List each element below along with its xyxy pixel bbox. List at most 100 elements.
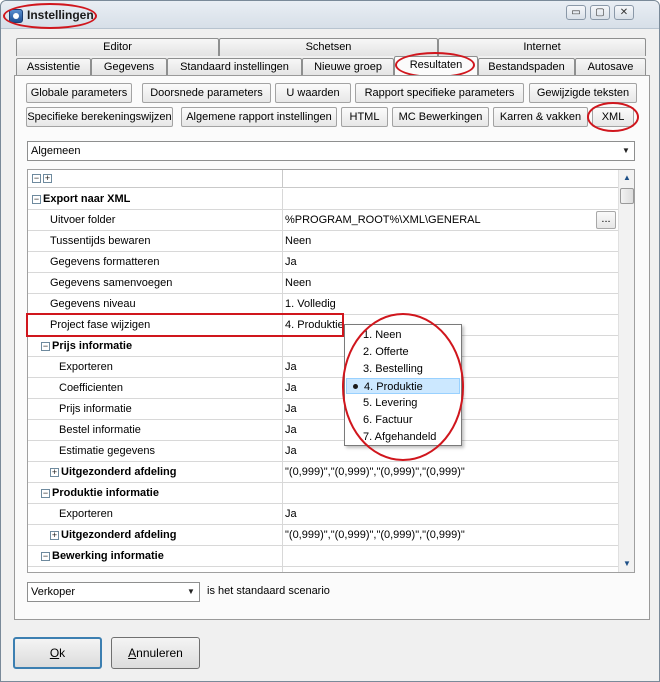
property-value[interactable]: Ja (285, 252, 297, 273)
subtab-gewijzigde-teksten[interactable]: Gewijzigde teksten (529, 83, 637, 103)
property-name: Tussentijds bewaren (50, 235, 151, 247)
scroll-thumb[interactable] (620, 188, 634, 204)
column-separator (282, 252, 283, 273)
tab-gegevens[interactable]: Gegevens (91, 58, 167, 76)
subtab-rapport-specifieke-parameters[interactable]: Rapport specifieke parameters (355, 83, 524, 103)
tab-internet[interactable]: Internet (438, 38, 646, 56)
property-value[interactable]: %PROGRAM_ROOT%\XML\GENERAL (285, 210, 481, 231)
scenario-select[interactable]: Verkoper ▼ (27, 582, 200, 602)
property-name: Gegevens samenvoegen (50, 277, 173, 289)
property-row[interactable]: Gegevens formatteren Ja (28, 252, 618, 273)
section-select-value: Algemeen (31, 145, 81, 157)
property-category-row[interactable]: + Uitgezonderd afdeling "(0,999)","(0,999)… (28, 525, 618, 546)
property-value[interactable]: Ja (285, 357, 297, 378)
property-name: Bewerking informatie (52, 550, 164, 562)
subtab-xml[interactable]: XML (592, 107, 634, 127)
dropdown-option[interactable]: 3. Bestelling (346, 361, 460, 377)
property-value[interactable]: Ja (285, 504, 297, 525)
property-row[interactable]: Gegevens niveau 1. Volledig (28, 294, 618, 315)
project-fase-dropdown[interactable]: 1. Neen 2. Offerte 3. Bestelling 4. Produkt… (344, 324, 462, 446)
property-value[interactable]: "(0,999)","(0,999)","(0,999)","(0,999)" (285, 462, 465, 483)
browse-button[interactable]: ... (596, 211, 616, 229)
subtab-html[interactable]: HTML (341, 107, 388, 127)
dropdown-option[interactable]: 7. Afgehandeld (346, 429, 460, 445)
scroll-up-icon[interactable]: ▲ (619, 170, 634, 186)
expand-all-icon[interactable]: + (43, 174, 52, 183)
subtab-specifieke-berekeningswijzen[interactable]: Specifieke berekeningswijzen (26, 107, 173, 127)
property-row[interactable]: Bestel informatie Ja (28, 420, 618, 441)
subtab-globale-parameters[interactable]: Globale parameters (26, 83, 132, 103)
property-name: Estimatie gegevens (59, 445, 155, 457)
collapse-all-icon[interactable]: − (32, 174, 41, 183)
property-category-row[interactable]: − Prijs informatie (28, 336, 618, 357)
tab-resultaten[interactable]: Resultaten (394, 56, 478, 76)
property-value[interactable]: "(0,999)","(0,999)","(0,999)","(0,999)" (285, 525, 465, 546)
tab-editor[interactable]: Editor (16, 38, 219, 56)
subtab-algemene-rapport-instellingen[interactable]: Algemene rapport instellingen (181, 107, 337, 127)
collapse-icon[interactable]: − (41, 342, 50, 351)
dropdown-option-label: 6. Factuur (363, 414, 413, 426)
tab-bestandspaden[interactable]: Bestandspaden (478, 58, 575, 76)
minimize-button[interactable]: ▭ (566, 5, 586, 20)
vertical-scrollbar[interactable]: ▲ ▼ (618, 170, 634, 572)
tab-schetsen[interactable]: Schetsen (219, 38, 438, 56)
property-category-row[interactable]: − Bewerking informatie (28, 546, 618, 567)
chevron-down-icon[interactable]: ▼ (618, 142, 634, 160)
collapse-icon[interactable]: − (41, 489, 50, 498)
property-row[interactable]: Coefficienten Ja (28, 378, 618, 399)
chevron-down-icon[interactable]: ▼ (183, 583, 199, 601)
property-row[interactable]: Tussentijds bewaren Neen (28, 231, 618, 252)
scroll-down-icon[interactable]: ▼ (619, 556, 634, 572)
property-value[interactable]: Ja (285, 420, 297, 441)
subtab-mc-bewerkingen[interactable]: MC Bewerkingen (392, 107, 489, 127)
section-select[interactable]: Algemeen ▼ (27, 141, 635, 161)
property-row[interactable]: Exporteren Ja (28, 357, 618, 378)
property-value[interactable]: Neen (285, 273, 311, 294)
property-category-row[interactable]: + Uitgezonderd afdeling "(0,999)","(0,999)… (28, 462, 618, 483)
collapse-icon[interactable]: − (32, 195, 41, 204)
ok-button[interactable]: Ok (13, 637, 102, 669)
expand-icon[interactable]: + (50, 531, 59, 540)
property-row[interactable]: Uitvoer folder %PROGRAM_ROOT%\XML\GENERAL… (28, 210, 618, 231)
subtab-doorsnede-parameters[interactable]: Doorsnede parameters (142, 83, 271, 103)
property-name: Gegevens niveau (50, 298, 136, 310)
ok-label-rest: k (59, 646, 66, 660)
tab-nieuwe-groep[interactable]: Nieuwe groep (302, 58, 394, 76)
tab-assistentie[interactable]: Assistentie (16, 58, 91, 76)
property-row[interactable]: Prijs informatie Ja (28, 399, 618, 420)
property-value[interactable]: 4. Produktie (285, 315, 344, 336)
property-row[interactable]: Project fase wijzigen 4. Produktie (28, 315, 618, 336)
collapse-icon[interactable]: − (41, 552, 50, 561)
column-separator (282, 525, 283, 546)
dropdown-option[interactable]: 1. Neen (346, 327, 460, 343)
property-row[interactable]: Exporteren Ja (28, 567, 618, 572)
property-value[interactable]: Ja (285, 378, 297, 399)
tab-autosave[interactable]: Autosave (575, 58, 646, 76)
property-name: Uitgezonderd afdeling (61, 466, 177, 478)
tab-standaard-instellingen[interactable]: Standaard instellingen (167, 58, 302, 76)
dropdown-option[interactable]: 5. Levering (346, 395, 460, 411)
property-value[interactable]: Neen (285, 231, 311, 252)
property-grid: − + − Export naar XML Uitvoer folder %PROGR… (27, 169, 635, 573)
dropdown-option[interactable]: 2. Offerte (346, 344, 460, 360)
column-separator (282, 315, 283, 336)
cancel-button[interactable]: Annuleren (111, 637, 200, 669)
property-row[interactable]: Exporteren Ja (28, 504, 618, 525)
dropdown-option[interactable]: 6. Factuur (346, 412, 460, 428)
expand-icon[interactable]: + (50, 468, 59, 477)
property-value[interactable]: Ja (285, 441, 297, 462)
property-row[interactable]: Estimatie gegevens Ja (28, 441, 618, 462)
property-row[interactable]: Gegevens samenvoegen Neen (28, 273, 618, 294)
subtab-u-waarden[interactable]: U waarden (275, 83, 351, 103)
title-bar[interactable]: Instellingen ▭ ▢ ✕ (1, 1, 659, 29)
property-value[interactable]: 1. Volledig (285, 294, 336, 315)
maximize-button[interactable]: ▢ (590, 5, 610, 20)
dropdown-option[interactable]: 4. Produktie (346, 378, 460, 394)
dropdown-option-label: 5. Levering (363, 397, 418, 409)
property-category-row[interactable]: − Produktie informatie (28, 483, 618, 504)
close-button[interactable]: ✕ (614, 5, 634, 20)
property-category-row[interactable]: − Export naar XML (28, 189, 618, 210)
property-value[interactable]: Ja (285, 567, 297, 572)
property-value[interactable]: Ja (285, 399, 297, 420)
subtab-karren-vakken[interactable]: Karren & vakken (493, 107, 588, 127)
